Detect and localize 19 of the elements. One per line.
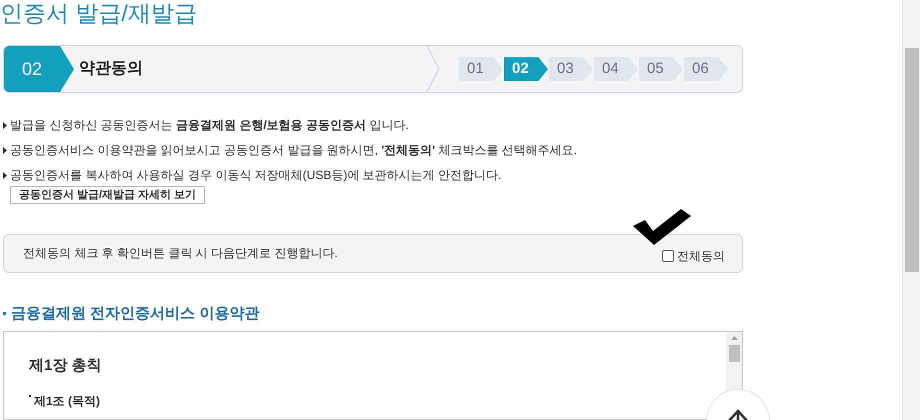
note-text: 공동인증서비스 이용약관을 읽어보시고 공동인증서 발급을 원하시면, '전체동의' 체크박스를 선택해주세요. bbox=[10, 142, 578, 160]
note-text: 공동인증서를 복사하여 사용하실 경우 이동식 저장매체(USB등)에 보관하시는게 안전합니다. bbox=[10, 167, 502, 184]
terms-title: 금융결제원 전자인증서비스 이용약관 bbox=[11, 304, 260, 324]
page-title: 인증서 발급/재발급 bbox=[0, 0, 197, 28]
detail-button[interactable]: 공동인증서 발급/재발급 자세히 보기 bbox=[10, 186, 206, 204]
article-heading: 제1조 (목적) bbox=[34, 392, 100, 410]
agree-checkbox[interactable]: 전체동의 bbox=[662, 247, 725, 266]
page-scrollbar[interactable] bbox=[902, 0, 920, 420]
notice-text: 전체동의 체크 후 확인버튼 클릭 시 다음단계로 진행합니다. bbox=[23, 245, 338, 262]
chapter-heading: 제1장 총칙 bbox=[29, 356, 102, 376]
scroll-up-arrow-icon[interactable] bbox=[730, 336, 738, 340]
bullet-icon bbox=[3, 312, 6, 316]
bullet-icon bbox=[3, 172, 7, 180]
checkmark-icon bbox=[633, 209, 691, 246]
current-step-name: 약관동의 bbox=[79, 59, 143, 80]
bullet-icon bbox=[3, 122, 7, 130]
bullet-icon bbox=[3, 147, 7, 154]
current-step-number: 02 bbox=[4, 46, 74, 92]
note-text: 발급을 신청하신 공동인증서는 금융결제원 은행/보험용 공동인증서 입니다. bbox=[10, 117, 409, 134]
